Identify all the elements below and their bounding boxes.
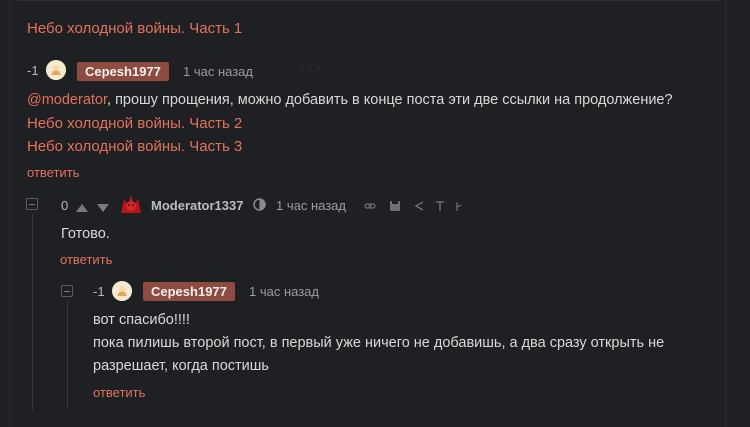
top-divider — [18, 0, 720, 1]
comment1-author-badge[interactable]: Cepesh1977 — [77, 62, 169, 81]
comment1-reply-link[interactable]: ответить — [27, 165, 79, 180]
comment3-author-badge[interactable]: Cepesh1977 — [143, 282, 235, 301]
comment2-text: Готово. — [61, 226, 110, 242]
post-link-part3[interactable]: Небо холодной войны. Часть 3 — [27, 138, 242, 155]
comment2-collapse-icon[interactable] — [26, 198, 38, 210]
comment3-rating: -1 — [93, 284, 105, 299]
comment1-faded-tools: ‹ ⌶ › — [300, 62, 321, 74]
comment1-body: , прошу прощения, можно добавить в конце… — [107, 92, 673, 108]
comment3-time[interactable]: 1 час назад — [249, 284, 319, 299]
comment2-author[interactable]: Moderator1337 — [151, 198, 243, 213]
save-icon[interactable] — [389, 199, 401, 217]
comment1-text: @moderator, прошу прощения, можно добави… — [27, 92, 673, 108]
link-icon[interactable] — [364, 199, 376, 217]
comment2-reply-link[interactable]: ответить — [60, 252, 112, 267]
post-link-part1[interactable]: Небо холодной войны. Часть 1 — [27, 20, 242, 37]
pin-icon[interactable] — [434, 199, 446, 217]
comment1-avatar-icon[interactable] — [46, 60, 66, 80]
comment1-rating: -1 — [27, 63, 39, 78]
comment2-time[interactable]: 1 час назад — [276, 198, 346, 213]
comment3-line3: разрешает, когда постишь — [93, 358, 269, 374]
arrow-down-icon[interactable] — [96, 200, 110, 218]
comment3-line2: пока пилишь второй пост, в первый уже ни… — [93, 335, 665, 351]
post-link-part2[interactable]: Небо холодной войны. Часть 2 — [27, 115, 242, 132]
comment3-collapse-icon[interactable] — [61, 285, 73, 297]
comment2-avatar-icon[interactable] — [118, 193, 144, 220]
shield-icon — [253, 198, 266, 216]
comment3-line1: вот спасибо!!!! — [93, 312, 190, 328]
comment1-time[interactable]: 1 час назад — [183, 64, 253, 79]
comment2-rating: 0 — [61, 198, 69, 213]
comment1-mention[interactable]: @moderator — [27, 92, 107, 108]
comment3-thread-line[interactable] — [67, 301, 68, 408]
more-icon[interactable] — [455, 199, 463, 217]
comment3-avatar-icon[interactable] — [112, 281, 132, 301]
comment3-reply-link[interactable]: ответить — [93, 385, 145, 400]
comment2-thread-line[interactable] — [32, 214, 33, 410]
share-icon[interactable] — [413, 199, 425, 217]
arrow-up-icon[interactable] — [75, 200, 89, 218]
